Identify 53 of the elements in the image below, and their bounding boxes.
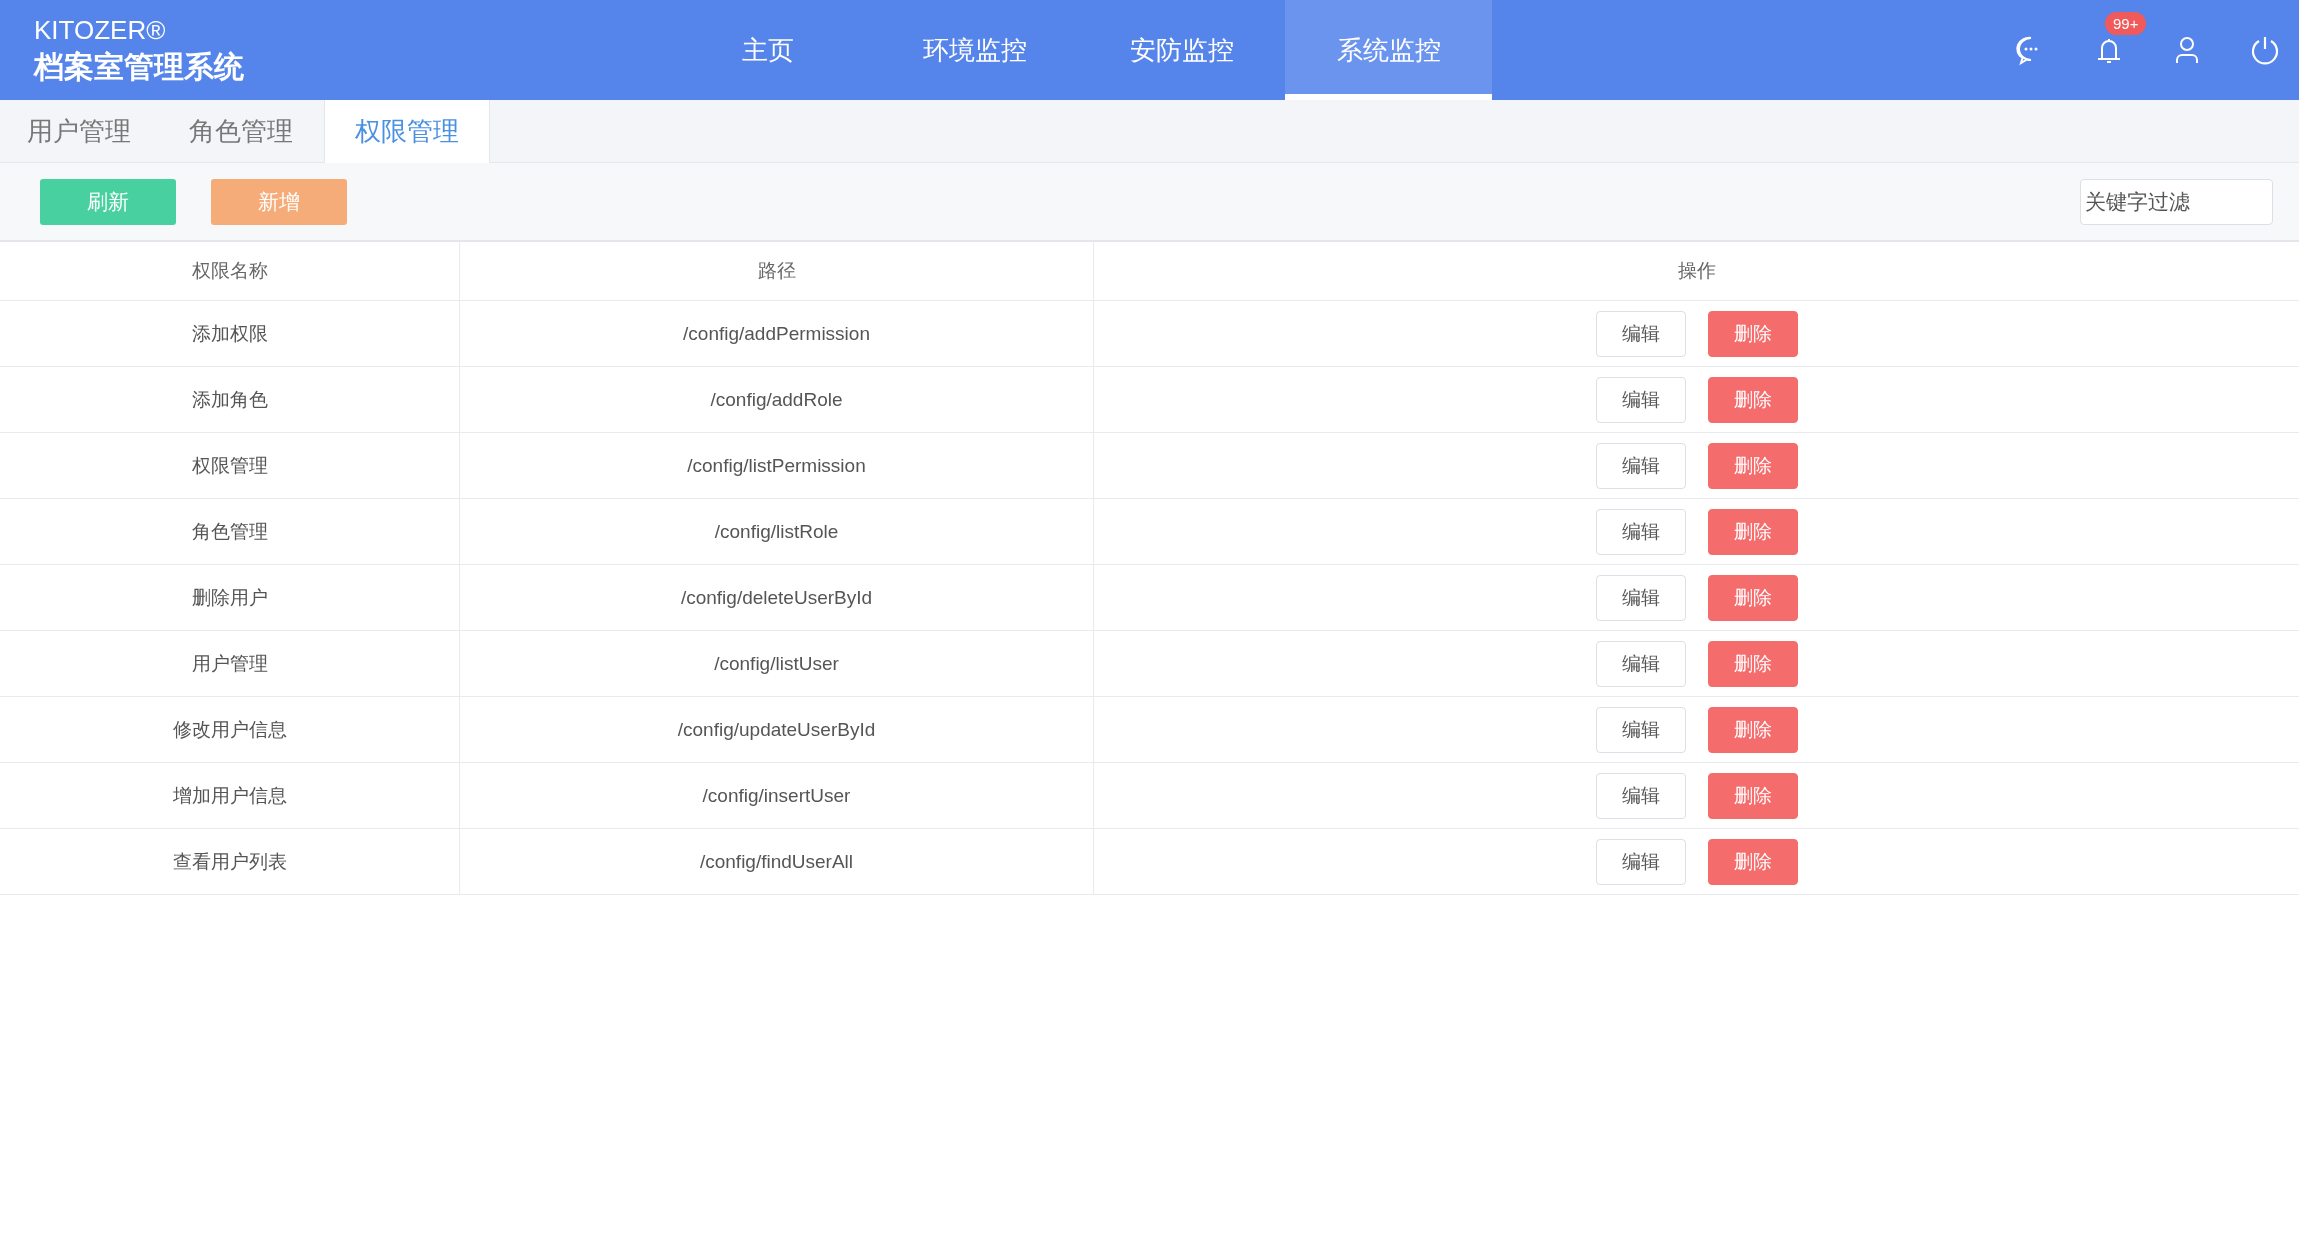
table-cell: /config/listUser [459, 630, 1094, 697]
table-cell: 增加用户信息 [0, 762, 460, 829]
delete-button[interactable]: 删除 [1707, 838, 1798, 885]
table-cell: /config/updateUserById [459, 696, 1094, 763]
brand-logo: KITOZER® [34, 15, 167, 45]
edit-button[interactable]: 编辑 [1595, 706, 1686, 753]
keyword-filter-field[interactable]: 关键字过滤 [2080, 178, 2273, 225]
table-cell: /config/findUserAll [459, 828, 1094, 895]
table-cell: /config/insertUser [459, 762, 1094, 829]
table-cell: /config/deleteUserById [459, 564, 1094, 631]
edit-button[interactable]: 编辑 [1595, 376, 1686, 423]
add-button[interactable]: 新增 [211, 178, 347, 225]
table-cell: 添加角色 [0, 366, 460, 433]
table-cell: 角色管理 [0, 498, 460, 565]
delete-button[interactable]: 删除 [1707, 706, 1798, 753]
edit-button[interactable]: 编辑 [1595, 442, 1686, 489]
app-title: 档案室管理系统 [34, 49, 245, 85]
notification-badge: 99+ [2105, 12, 2147, 35]
column-header: 操作 [1093, 242, 2299, 301]
edit-button[interactable]: 编辑 [1595, 310, 1686, 357]
edit-button[interactable]: 编辑 [1595, 640, 1686, 687]
table-cell: 用户管理 [0, 630, 460, 697]
table-cell: 删除用户 [0, 564, 460, 631]
table-cell: /config/addPermission [459, 300, 1094, 367]
delete-button[interactable]: 删除 [1707, 508, 1798, 555]
table-cell: 修改用户信息 [0, 696, 460, 763]
column-header: 权限名称 [0, 242, 460, 301]
table-cell: 添加权限 [0, 300, 460, 367]
table-cell: /config/listRole [459, 498, 1094, 565]
sub-tab[interactable]: 权限管理 [324, 100, 490, 163]
delete-button[interactable]: 删除 [1707, 376, 1798, 423]
nav-tab[interactable]: 主页 [664, 0, 871, 100]
delete-button[interactable]: 删除 [1707, 442, 1798, 489]
delete-button[interactable]: 删除 [1707, 310, 1798, 357]
edit-button[interactable]: 编辑 [1595, 508, 1686, 555]
edit-button[interactable]: 编辑 [1595, 772, 1686, 819]
column-header: 路径 [459, 242, 1094, 301]
sub-tab[interactable]: 用户管理 [0, 100, 158, 162]
delete-button[interactable]: 删除 [1707, 772, 1798, 819]
delete-button[interactable]: 删除 [1707, 574, 1798, 621]
table-cell: 权限管理 [0, 432, 460, 499]
sub-tab[interactable]: 角色管理 [158, 100, 324, 162]
edit-button[interactable]: 编辑 [1595, 574, 1686, 621]
nav-tab[interactable]: 安防监控 [1078, 0, 1285, 100]
nav-tab[interactable]: 环境监控 [871, 0, 1078, 100]
refresh-button[interactable]: 刷新 [40, 178, 176, 225]
table-cell: /config/addRole [459, 366, 1094, 433]
power-icon [2249, 34, 2281, 66]
delete-button[interactable]: 删除 [1707, 640, 1798, 687]
edit-button[interactable]: 编辑 [1595, 838, 1686, 885]
table-cell: /config/listPermission [459, 432, 1094, 499]
nav-tab[interactable]: 系统监控 [1285, 0, 1492, 100]
table-cell: 查看用户列表 [0, 828, 460, 895]
